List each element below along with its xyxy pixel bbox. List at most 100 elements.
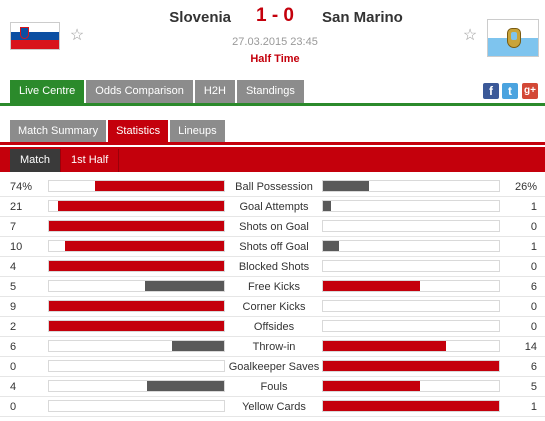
away-bar — [323, 381, 420, 391]
home-value: 74% — [10, 181, 33, 193]
home-team-name[interactable]: Slovenia — [169, 9, 231, 26]
away-value: 6 — [530, 281, 537, 293]
away-bar — [323, 401, 499, 411]
home-value: 4 — [10, 261, 17, 273]
stat-row-ball-possession: 74% Ball Possession 26% — [0, 177, 545, 197]
home-bar-track — [48, 340, 225, 352]
home-bar-track — [48, 300, 225, 312]
match-datetime: 27.03.2015 23:45 — [232, 36, 318, 48]
away-value: 5 — [530, 381, 537, 393]
away-bar — [323, 361, 499, 371]
home-bar — [171, 341, 224, 351]
tab-odds-comparison[interactable]: Odds Comparison — [86, 80, 193, 103]
stat-row-throw-in: 6 Throw-in 14 — [0, 337, 545, 357]
facebook-icon[interactable]: f — [483, 83, 499, 99]
main-tabs-underline — [0, 103, 545, 106]
away-bar-track — [322, 280, 500, 292]
away-bar-track — [322, 320, 500, 332]
home-bar — [49, 261, 224, 271]
stat-row-corner-kicks: 9 Corner Kicks 0 — [0, 297, 545, 317]
tab-match-summary[interactable]: Match Summary — [10, 120, 107, 142]
tab-statistics[interactable]: Statistics — [108, 120, 169, 142]
home-bar-track — [48, 180, 225, 192]
away-bar — [323, 181, 369, 191]
away-value: 1 — [530, 201, 537, 213]
stat-row-yellow-cards: 0 Yellow Cards 1 — [0, 397, 545, 417]
home-value: 21 — [10, 201, 23, 213]
stat-name: Yellow Cards — [242, 401, 306, 413]
san-marino-flag — [487, 19, 539, 57]
home-bar — [64, 241, 224, 251]
home-value: 0 — [10, 361, 17, 373]
stat-name: Throw-in — [252, 341, 296, 353]
stat-name: Fouls — [260, 381, 288, 393]
home-value: 0 — [10, 401, 17, 413]
stat-row-offsides: 2 Offsides 0 — [0, 317, 545, 337]
away-bar — [323, 241, 339, 251]
home-value: 7 — [10, 221, 17, 233]
home-bar — [49, 321, 224, 331]
tab-first-half[interactable]: 1st Half — [61, 149, 120, 172]
stat-row-shots-off-goal: 10 Shots off Goal 1 — [0, 237, 545, 257]
match-header: ☆ Slovenia 1 - 0 San Marino 27.03.2015 2… — [0, 0, 545, 78]
away-value: 0 — [530, 261, 537, 273]
stat-name: Goal Attempts — [239, 201, 309, 213]
tab-h2h[interactable]: H2H — [194, 80, 235, 103]
favorite-away-star-icon[interactable]: ☆ — [462, 28, 478, 44]
stat-row-shots-on-goal: 7 Shots on Goal 0 — [0, 217, 545, 237]
home-bar-track — [48, 220, 225, 232]
tab-standings[interactable]: Standings — [236, 80, 304, 103]
away-value: 0 — [530, 221, 537, 233]
main-tabs: Live Centre Odds Comparison H2H Standing… — [10, 80, 306, 103]
away-bar-track — [322, 360, 500, 372]
away-value: 26% — [514, 181, 537, 193]
home-bar-track — [48, 380, 225, 392]
stat-name: Goalkeeper Saves — [228, 361, 320, 373]
google-plus-icon[interactable]: g+ — [522, 83, 538, 99]
stat-row-fouls: 4 Fouls 5 — [0, 377, 545, 397]
away-bar — [323, 201, 331, 211]
away-value: 1 — [530, 401, 537, 413]
period-tabs: Match 1st Half — [10, 149, 120, 172]
sub-tabs: Match Summary Statistics Lineups — [10, 120, 227, 142]
stat-name: Free Kicks — [248, 281, 300, 293]
away-bar-track — [322, 400, 500, 412]
home-bar-track — [48, 260, 225, 272]
tab-match-period[interactable]: Match — [10, 149, 61, 172]
match-score: 1 - 0 — [255, 5, 295, 26]
twitter-icon[interactable]: t — [502, 83, 518, 99]
away-bar-track — [322, 380, 500, 392]
sub-tabs-underline — [0, 142, 545, 145]
stat-row-goalkeeper-saves: 0 Goalkeeper Saves 6 — [0, 357, 545, 377]
stat-name: Blocked Shots — [238, 261, 310, 273]
home-value: 10 — [10, 241, 23, 253]
match-status: Half Time — [250, 53, 300, 65]
away-team-name[interactable]: San Marino — [322, 9, 403, 26]
home-bar — [147, 381, 224, 391]
home-value: 6 — [10, 341, 17, 353]
home-value: 4 — [10, 381, 17, 393]
away-value: 6 — [530, 361, 537, 373]
away-value: 0 — [530, 321, 537, 333]
statistics-table: 74% Ball Possession 26% 21 Goal Attempts 1 7 Sh… — [0, 177, 545, 417]
home-bar — [145, 281, 224, 291]
stat-row-free-kicks: 5 Free Kicks 6 — [0, 277, 545, 297]
tab-lineups[interactable]: Lineups — [170, 120, 225, 142]
home-bar-track — [48, 200, 225, 212]
favorite-home-star-icon[interactable]: ☆ — [69, 28, 85, 44]
home-value: 2 — [10, 321, 17, 333]
away-bar-track — [322, 260, 500, 272]
home-bar — [49, 301, 224, 311]
home-value: 5 — [10, 281, 17, 293]
stat-row-blocked-shots: 4 Blocked Shots 0 — [0, 257, 545, 277]
home-bar-track — [48, 240, 225, 252]
away-bar-track — [322, 300, 500, 312]
tab-live-centre[interactable]: Live Centre — [10, 80, 85, 103]
home-bar-track — [48, 320, 225, 332]
stat-name: Ball Possession — [235, 181, 313, 193]
away-bar-track — [322, 200, 500, 212]
home-bar — [57, 201, 224, 211]
away-bar-track — [322, 220, 500, 232]
away-value: 1 — [530, 241, 537, 253]
home-bar-track — [48, 280, 225, 292]
